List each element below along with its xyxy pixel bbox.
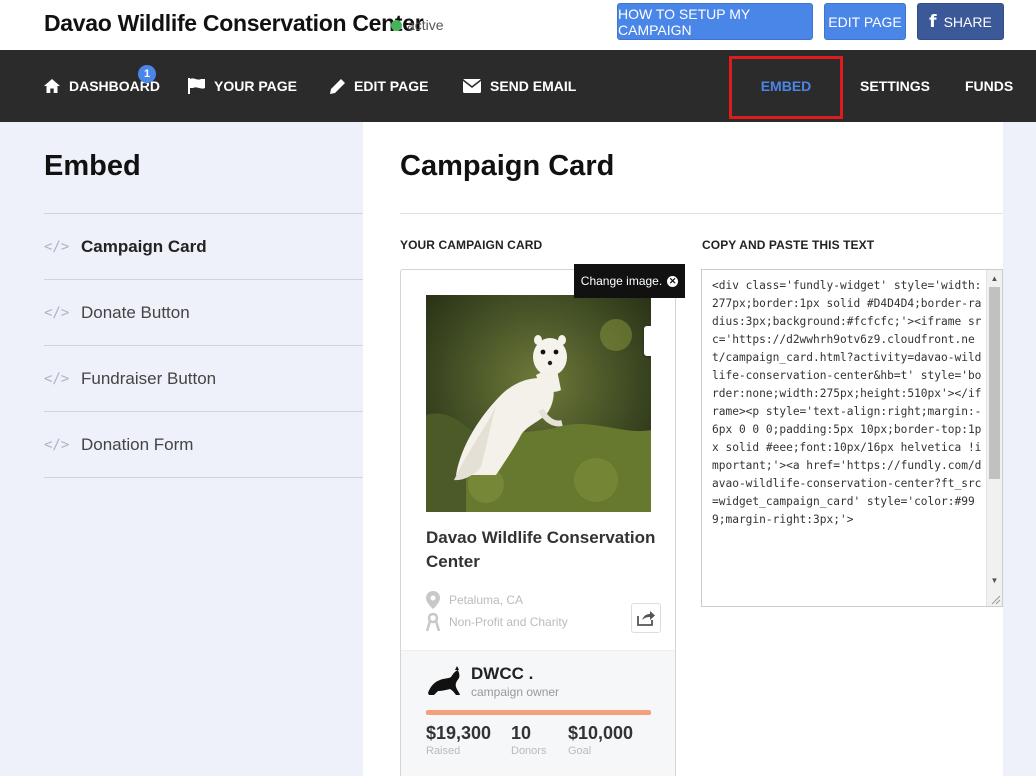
campaign-image: +	[426, 295, 651, 512]
nav-dashboard[interactable]: DASHBOARD	[44, 50, 160, 122]
nav-settings-label: SETTINGS	[860, 78, 931, 94]
pencil-icon	[330, 78, 345, 94]
flag-icon	[188, 78, 205, 94]
card-location: Petaluma, CA	[426, 591, 523, 609]
owner-role: campaign owner	[471, 685, 560, 699]
sidebar-item-donate-button[interactable]: </> Donate Button	[44, 280, 363, 346]
scroll-up-arrow-icon[interactable]: ▲	[987, 270, 1002, 286]
main-nav: DASHBOARD 1 YOUR PAGE EDIT PAGE SEND EMA…	[0, 50, 1036, 122]
embed-code-textarea[interactable]: <div class='fundly-widget' style='width:…	[701, 269, 1003, 607]
nav-your-page-label: YOUR PAGE	[214, 78, 297, 94]
sidebar-item-donation-form[interactable]: </> Donation Form	[44, 412, 363, 478]
facebook-icon: f	[929, 11, 937, 32]
nav-settings[interactable]: SETTINGS	[860, 50, 930, 122]
nav-your-page[interactable]: YOUR PAGE	[188, 50, 297, 122]
embed-sidebar: Embed </> Campaign Card </> Donate Butto…	[0, 122, 363, 776]
nav-edit-page-label: EDIT PAGE	[354, 78, 429, 94]
share-label: SHARE	[943, 13, 992, 30]
edit-page-button[interactable]: EDIT PAGE	[824, 3, 906, 40]
code-icon: </>	[44, 304, 70, 321]
sidebar-item-fundraiser-button[interactable]: </> Fundraiser Button	[44, 346, 363, 412]
sidebar-item-label: Donate Button	[81, 302, 190, 322]
embed-highlight-box	[729, 56, 843, 119]
stat-goal: $10,000 Goal	[568, 723, 633, 757]
tooltip-text: Change image.	[580, 274, 663, 288]
share-button[interactable]: f SHARE	[917, 3, 1004, 40]
map-pin-icon	[426, 591, 440, 609]
nav-send-email-label: SEND EMAIL	[490, 78, 577, 94]
owner-name: DWCC .	[471, 664, 534, 683]
resize-grip-icon[interactable]	[989, 593, 1001, 605]
right-gutter	[1003, 122, 1036, 776]
copy-paste-label: COPY AND PASTE THIS TEXT	[702, 238, 875, 252]
main-content: Campaign Card YOUR CAMPAIGN CARD COPY AN…	[363, 122, 1003, 776]
notification-badge: 1	[138, 65, 156, 83]
how-to-setup-button[interactable]: HOW TO SETUP MY CAMPAIGN	[617, 3, 813, 40]
card-location-text: Petaluma, CA	[449, 593, 524, 607]
status-dot-icon	[391, 19, 402, 31]
code-icon: </>	[44, 238, 70, 255]
home-icon	[44, 79, 60, 93]
code-icon: </>	[44, 436, 70, 453]
nav-funds[interactable]: FUNDS	[965, 50, 1013, 122]
status-label: active	[407, 17, 444, 33]
title-divider	[400, 213, 1003, 214]
status-indicator: active	[391, 17, 444, 33]
donors-value: 10	[511, 723, 532, 743]
code-scrollbar[interactable]: ▲ ▼	[986, 270, 1002, 606]
sidebar-item-label: Donation Form	[81, 434, 194, 454]
embed-code-text: <div class='fundly-widget' style='width:…	[712, 279, 982, 526]
card-share-button[interactable]	[631, 603, 661, 633]
raised-value: $19,300	[426, 723, 492, 743]
close-icon[interactable]: ✕	[667, 275, 679, 287]
sidebar-list: </> Campaign Card </> Donate Button </> …	[44, 213, 363, 478]
add-image-button[interactable]: +	[644, 326, 651, 356]
card-footer: DWCC . campaign owner $19,300 Raised 10 …	[401, 650, 675, 776]
nav-funds-label: FUNDS	[965, 78, 1014, 94]
stat-donors: 10 Donors	[511, 723, 546, 757]
card-category: Non-Profit and Charity	[426, 613, 568, 631]
change-image-tooltip[interactable]: Change image. ✕	[574, 264, 685, 298]
card-category-text: Non-Profit and Charity	[449, 615, 568, 629]
card-campaign-name: Davao Wildlife Conservation Center	[426, 528, 656, 571]
your-campaign-card-label: YOUR CAMPAIGN CARD	[400, 238, 543, 252]
code-icon: </>	[44, 370, 70, 387]
nav-send-email[interactable]: SEND EMAIL	[463, 50, 576, 122]
raised-label: Raised	[426, 745, 461, 757]
ermine-photo	[426, 295, 651, 512]
campaign-title: Davao Wildlife Conservation Center	[44, 10, 424, 36]
top-header: Davao Wildlife Conservation Center activ…	[0, 0, 1036, 50]
progress-bar	[426, 710, 651, 715]
sidebar-item-label: Campaign Card	[81, 236, 207, 256]
owner-avatar	[428, 666, 460, 695]
sidebar-item-label: Fundraiser Button	[81, 368, 217, 388]
share-icon	[637, 611, 655, 626]
sidebar-title: Embed	[44, 150, 141, 182]
campaign-card-preview: + Davao Wildlife Conservation Center Pet…	[400, 269, 676, 776]
donors-label: Donors	[511, 745, 547, 757]
scroll-thumb[interactable]	[989, 287, 1000, 479]
goal-label: Goal	[568, 745, 592, 757]
envelope-icon	[463, 79, 481, 93]
scroll-down-arrow-icon[interactable]: ▼	[987, 572, 1002, 588]
page-title: Campaign Card	[400, 150, 615, 182]
stat-raised: $19,300 Raised	[426, 723, 491, 757]
nav-edit-page[interactable]: EDIT PAGE	[330, 50, 428, 122]
goal-value: $10,000	[568, 723, 634, 743]
sidebar-item-campaign-card[interactable]: </> Campaign Card	[44, 214, 363, 280]
ribbon-icon	[426, 613, 440, 631]
